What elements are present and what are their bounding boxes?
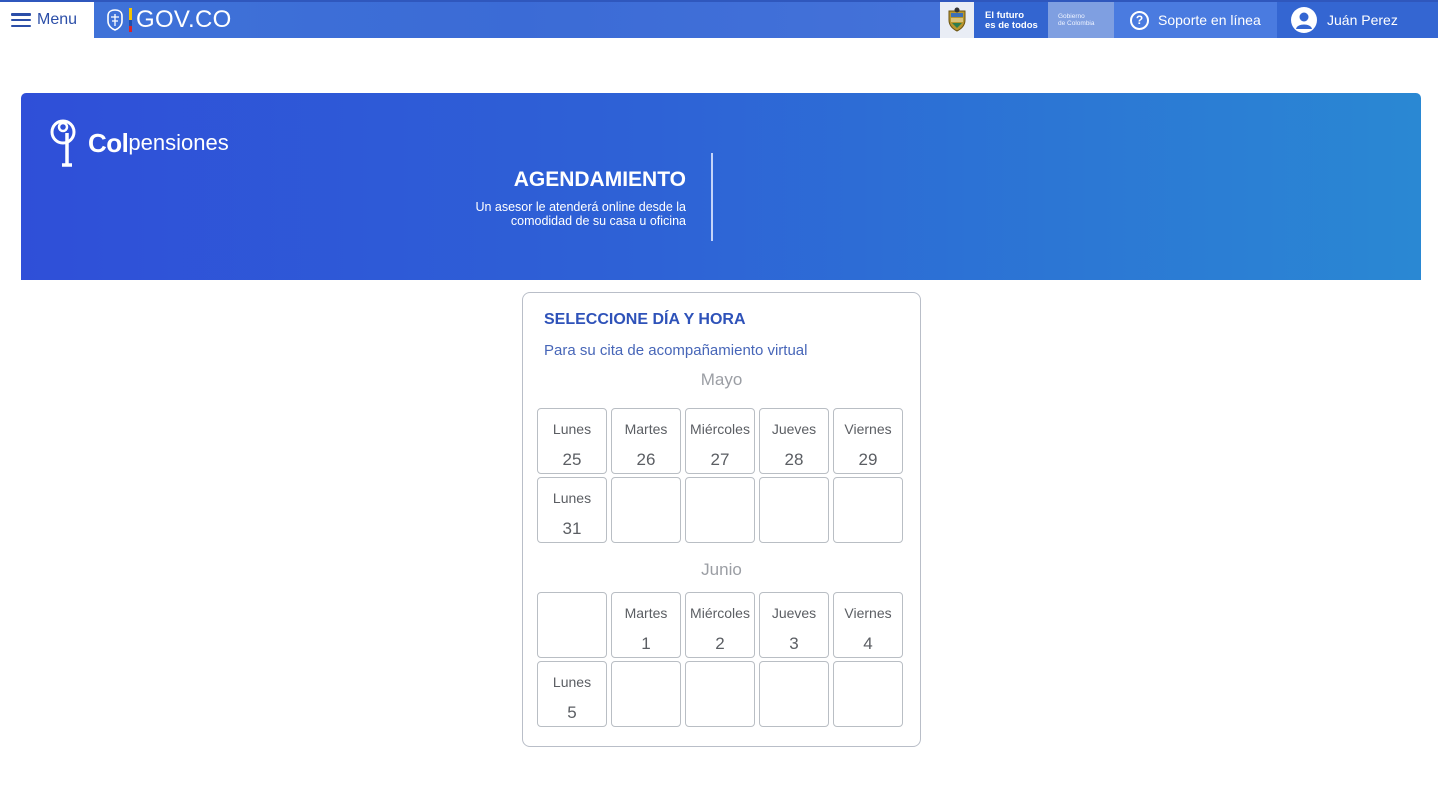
calendar-day-cell[interactable]: Jueves 28 — [759, 408, 829, 474]
colpensiones-logo: Col pensiones — [48, 119, 229, 167]
calendar-day-cell[interactable]: Martes 26 — [611, 408, 681, 474]
calendar-empty-cell — [685, 661, 755, 727]
banner-divider — [711, 153, 713, 241]
gobierno-line1: Gobierno — [1058, 13, 1085, 20]
calendar-day-cell[interactable]: Martes 1 — [611, 592, 681, 658]
banner-subtitle: Un asesor le atenderá online desde la co… — [421, 200, 686, 228]
calendar-empty-cell — [611, 661, 681, 727]
day-name: Martes — [624, 605, 668, 621]
calendar-grid-junio: Martes 1 Miércoles 2 Jueves 3 Viernes 4 Lunes 5 — [537, 592, 905, 727]
calendar-empty-cell — [611, 477, 681, 543]
day-number: 3 — [789, 634, 799, 653]
logo-col: Col — [88, 127, 129, 158]
user-name: Juán Perez — [1327, 12, 1398, 28]
futuro-line2: es de todos — [985, 20, 1038, 31]
day-name: Viernes — [844, 421, 892, 437]
calendar-empty-cell — [833, 477, 903, 543]
agendamiento-banner: Col pensiones AGENDAMIENTO Un asesor le … — [21, 93, 1421, 280]
gobierno-line2: de Colombia — [1058, 20, 1095, 27]
menu-button[interactable]: Menu — [0, 2, 94, 38]
day-name: Miércoles — [690, 605, 750, 621]
flag-icon — [129, 8, 132, 32]
calendar-grid-mayo: Lunes 25 Martes 26 Miércoles 27 Jueves 28 Vierne… — [537, 408, 905, 543]
day-number: 4 — [863, 634, 873, 653]
colpensiones-logo-icon — [50, 119, 76, 167]
month-label-junio: Junio — [701, 560, 742, 579]
day-number: 1 — [641, 634, 651, 653]
calendar-empty-cell — [759, 661, 829, 727]
card-title: SELECCIONE DÍA Y HORA — [544, 311, 746, 328]
calendar-day-cell[interactable]: Jueves 3 — [759, 592, 829, 658]
govco-label: GOV.CO — [136, 6, 232, 33]
calendar-empty-cell — [833, 661, 903, 727]
day-number: 28 — [784, 450, 804, 469]
day-name: Lunes — [552, 490, 592, 506]
colombia-shield-icon — [107, 9, 123, 31]
day-number: 5 — [567, 703, 577, 722]
escudo-logo — [940, 2, 974, 38]
day-name: Martes — [624, 421, 668, 437]
user-menu[interactable]: Juán Perez — [1277, 2, 1438, 38]
day-number: 26 — [636, 450, 656, 469]
day-name: Lunes — [552, 674, 592, 690]
day-number: 25 — [562, 450, 582, 469]
calendar-day-cell[interactable]: Lunes 5 — [537, 661, 607, 727]
calendar-day-cell[interactable]: Viernes 29 — [833, 408, 903, 474]
el-futuro-logo: El futuro es de todos — [974, 2, 1048, 38]
banner-subtitle-line1: Un asesor le atenderá online desde la — [475, 200, 686, 214]
day-name: Lunes — [552, 421, 592, 437]
calendar-day-cell[interactable]: Lunes 25 — [537, 408, 607, 474]
banner-title: AGENDAMIENTO — [513, 168, 686, 191]
day-name: Jueves — [771, 421, 817, 437]
calendar-day-cell[interactable]: Miércoles 27 — [685, 408, 755, 474]
month-label-mayo: Mayo — [700, 370, 743, 389]
calendar-empty-cell — [537, 592, 607, 658]
escudo-icon — [948, 7, 966, 32]
calendar-day-cell[interactable]: Lunes 31 — [537, 477, 607, 543]
calendar-empty-cell — [759, 477, 829, 543]
day-name: Viernes — [844, 605, 892, 621]
calendar-day-cell[interactable]: Viernes 4 — [833, 592, 903, 658]
schedule-card: SELECCIONE DÍA Y HORA Para su cita de ac… — [522, 292, 921, 747]
menu-label: Menu — [37, 11, 78, 28]
banner-subtitle-line2: comodidad de su casa u oficina — [510, 214, 686, 228]
calendar-day-cell[interactable]: Miércoles 2 — [685, 592, 755, 658]
logo-pensiones: pensiones — [128, 130, 229, 155]
day-name: Miércoles — [690, 421, 750, 437]
support-label: Soporte en línea — [1158, 12, 1261, 28]
gobierno-logo: Gobierno de Colombia — [1048, 2, 1114, 38]
day-name: Jueves — [771, 605, 817, 621]
day-number: 31 — [562, 519, 582, 538]
calendar-empty-cell — [685, 477, 755, 543]
card-subtitle: Para su cita de acompañamiento virtual — [544, 342, 808, 359]
govco-brand[interactable]: GOV.CO — [94, 2, 940, 38]
user-avatar-icon — [1291, 7, 1317, 33]
hamburger-icon — [11, 13, 31, 27]
support-button[interactable]: ? Soporte en línea — [1114, 2, 1277, 38]
day-number: 2 — [715, 634, 725, 653]
help-icon: ? — [1130, 10, 1149, 30]
day-number: 29 — [858, 450, 878, 469]
day-number: 27 — [710, 450, 730, 469]
top-bar: Menu GOV.CO El futuro es de todos Gobier… — [0, 0, 1438, 38]
